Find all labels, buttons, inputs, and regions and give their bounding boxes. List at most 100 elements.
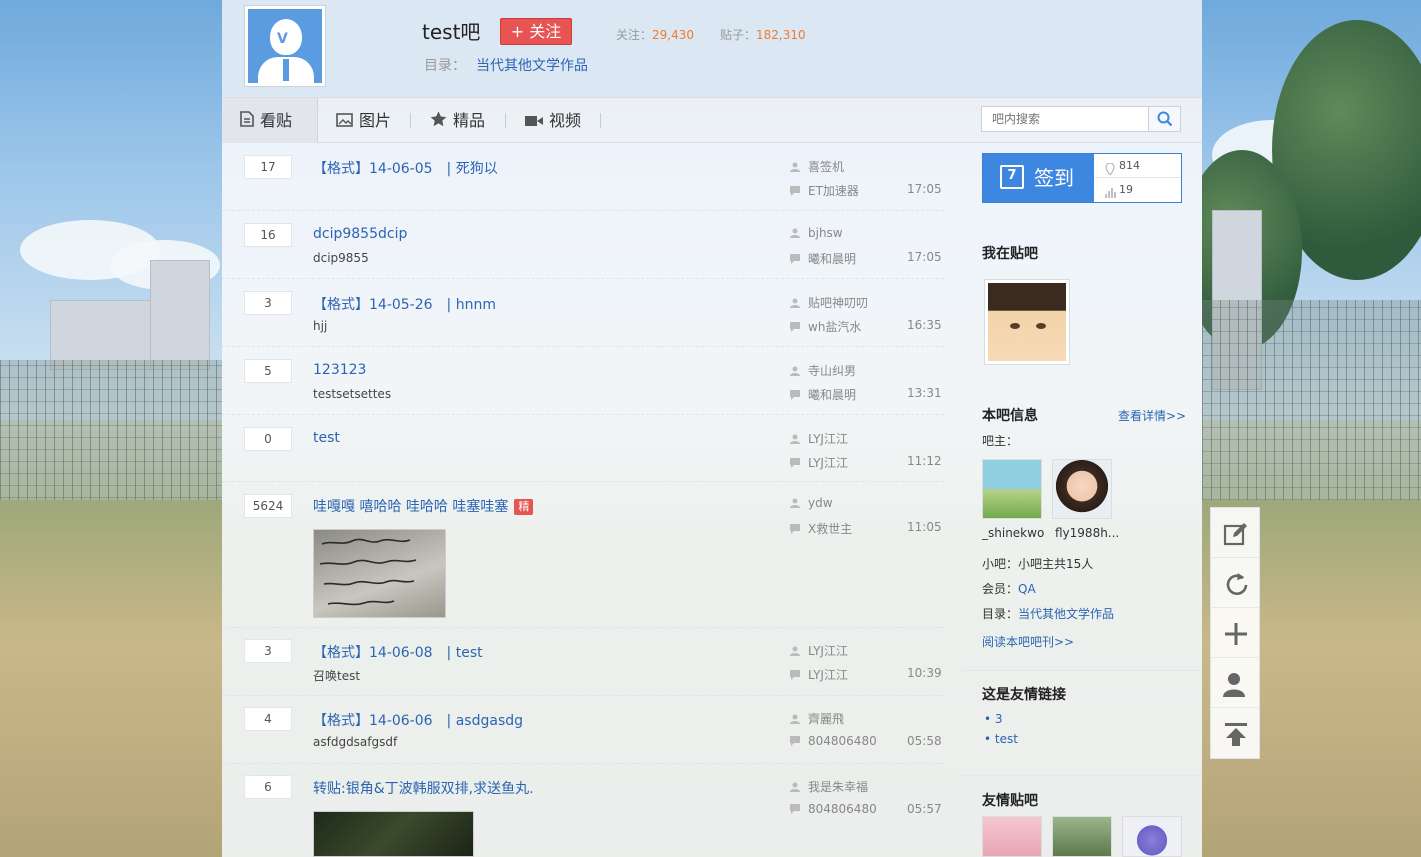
thread-title[interactable]: dcip9855dcip: [313, 226, 407, 242]
search-icon: [1157, 111, 1173, 127]
thread-author[interactable]: ydw: [790, 496, 833, 510]
thread-author[interactable]: bjhsw: [790, 226, 843, 240]
thread-title[interactable]: 【格式】14-06-05 | 死狗以: [313, 158, 498, 178]
thread-thumbnail[interactable]: [313, 811, 474, 857]
comment-icon: [790, 457, 800, 468]
user-center-button[interactable]: [1211, 658, 1259, 708]
new-post-button[interactable]: [1211, 508, 1259, 558]
forum-header: V test吧 + 关注 关注：29,430 贴子：182,310 目录： 当代其…: [222, 0, 1202, 97]
back-to-top-button[interactable]: [1211, 708, 1259, 758]
thread-row: 16 dcip9855dcip dcip9855 bjhsw 曦和晨明 17:0…: [222, 211, 944, 279]
thread-title[interactable]: 【格式】14-06-06 | asdgasdg: [313, 710, 523, 730]
friend-forum-image[interactable]: [1052, 816, 1112, 857]
thread-title[interactable]: 123123: [313, 362, 366, 378]
thread-row: 6 转贴:银角&丁波韩服双排,求送鱼丸. 我是朱幸福 804806480 05:…: [222, 764, 944, 857]
thread-title[interactable]: 哇嘎嘎 嘻哈哈 哇哈哈 哇塞哇塞精: [313, 496, 534, 516]
reply-time: 11:05: [907, 520, 942, 534]
last-replier[interactable]: LYJ江江: [790, 666, 848, 683]
reply-time: 05:58: [907, 734, 942, 748]
reply-time: 10:39: [907, 666, 942, 680]
thread-author[interactable]: 贴吧神叨叨: [790, 294, 868, 311]
thread-row: 3 【格式】14-05-26 | hnnm hjj 贴吧神叨叨 wh盐汽水 16…: [222, 279, 944, 347]
last-replier[interactable]: X救世主: [790, 520, 852, 537]
image-icon: [336, 99, 353, 144]
friend-forums-title: 友情贴吧: [982, 793, 1038, 809]
comment-icon: [790, 803, 800, 814]
tab-featured[interactable]: 精品: [430, 98, 485, 143]
tab-images[interactable]: 图片: [336, 98, 391, 143]
comment-icon: [790, 523, 800, 534]
sign-rank: 814: [1095, 154, 1181, 178]
thread-row: 5 123123 testsetsettes 寺山纠男 曦和晨明 13:31: [222, 347, 944, 415]
my-forums-title: 我在贴吧: [982, 246, 1038, 262]
sign-count: 19: [1095, 178, 1181, 202]
reply-count: 0: [244, 427, 292, 451]
read-magazine-link[interactable]: 阅读本吧吧刊>>: [982, 633, 1074, 650]
owner-label: 吧主：: [982, 434, 1019, 448]
background-left: [0, 0, 222, 857]
refresh-button[interactable]: [1211, 558, 1259, 608]
thread-abstract: asfdgdsafgsdf: [313, 735, 398, 749]
owner-avatar[interactable]: [1052, 459, 1112, 519]
thread-abstract: hjj: [313, 319, 328, 333]
sign-in-button[interactable]: 7 签到: [983, 154, 1094, 202]
thread-title[interactable]: test: [313, 430, 340, 446]
thread-row: 17 【格式】14-06-05 | 死狗以 喜签机 ET加速器 17:05: [222, 143, 944, 211]
user-icon: [790, 161, 800, 172]
friend-link[interactable]: • 3: [984, 712, 1003, 726]
follow-button[interactable]: + 关注: [500, 18, 572, 45]
plus-icon: [1225, 623, 1247, 645]
owner-name[interactable]: _shinekwo: [982, 526, 1044, 540]
member-info: 会员：QA: [982, 582, 1036, 596]
thread-abstract: testsetsettes: [313, 387, 392, 401]
last-replier[interactable]: ET加速器: [790, 182, 859, 199]
thread-author[interactable]: 我是朱幸福: [790, 778, 868, 795]
reply-count: 3: [244, 291, 292, 315]
user-icon: [790, 433, 800, 444]
reply-count: 17: [244, 155, 292, 179]
last-replier[interactable]: 804806480: [790, 802, 877, 816]
video-icon: [525, 99, 543, 144]
search-button[interactable]: [1148, 106, 1181, 132]
user-icon: [790, 365, 800, 376]
thread-author[interactable]: 寺山纠男: [790, 362, 856, 379]
owner-name[interactable]: fly1988h...: [1055, 526, 1119, 540]
thread-title[interactable]: 【格式】14-06-08 | test: [313, 642, 483, 662]
reply-count: 5: [244, 359, 292, 383]
thread-title[interactable]: 【格式】14-05-26 | hnnm: [313, 294, 496, 314]
catalog-link[interactable]: 当代其他文学作品: [476, 58, 588, 74]
last-replier[interactable]: LYJ江江: [790, 454, 848, 471]
forum-avatar[interactable]: V: [244, 5, 326, 87]
owner-avatar[interactable]: [982, 459, 1042, 519]
star-icon: [430, 99, 447, 144]
user-icon: [790, 227, 800, 238]
last-replier[interactable]: 曦和晨明: [790, 250, 856, 267]
reply-time: 17:05: [907, 250, 942, 264]
friend-link[interactable]: • test: [984, 732, 1018, 746]
friend-forum-image[interactable]: [982, 816, 1042, 857]
forum-title[interactable]: test吧: [422, 16, 480, 45]
thread-author[interactable]: LYJ江江: [790, 430, 848, 447]
last-replier[interactable]: 804806480: [790, 734, 877, 748]
last-replier[interactable]: wh盐汽水: [790, 318, 861, 335]
thread-author[interactable]: 齊麗飛: [790, 710, 844, 727]
my-forum-avatar[interactable]: [984, 279, 1070, 365]
thread-title[interactable]: 转贴:银角&丁波韩服双排,求送鱼丸.: [313, 778, 534, 798]
thread-author[interactable]: 喜签机: [790, 158, 844, 175]
thread-thumbnail[interactable]: [313, 529, 446, 618]
info-detail-link[interactable]: 查看详情>>: [1118, 407, 1186, 424]
thread-row: 3 【格式】14-06-08 | test 召唤test LYJ江江 LYJ江江…: [222, 628, 944, 696]
tab-posts[interactable]: 看贴: [222, 98, 318, 143]
thread-row: 0 test LYJ江江 LYJ江江 11:12: [222, 415, 944, 482]
comment-icon: [790, 389, 800, 400]
main-panel: V test吧 + 关注 关注：29,430 贴子：182,310 目录： 当代其…: [222, 0, 1202, 857]
forum-search-input[interactable]: [981, 106, 1149, 132]
add-button[interactable]: [1211, 608, 1259, 658]
followers-stat: 关注：29,430: [616, 28, 695, 42]
thread-author[interactable]: LYJ江江: [790, 642, 848, 659]
reply-count: 16: [244, 223, 292, 247]
tab-video[interactable]: 视频: [525, 98, 581, 143]
reply-count: 5624: [244, 494, 292, 518]
friend-forum-image[interactable]: [1122, 816, 1182, 857]
last-replier[interactable]: 曦和晨明: [790, 386, 856, 403]
